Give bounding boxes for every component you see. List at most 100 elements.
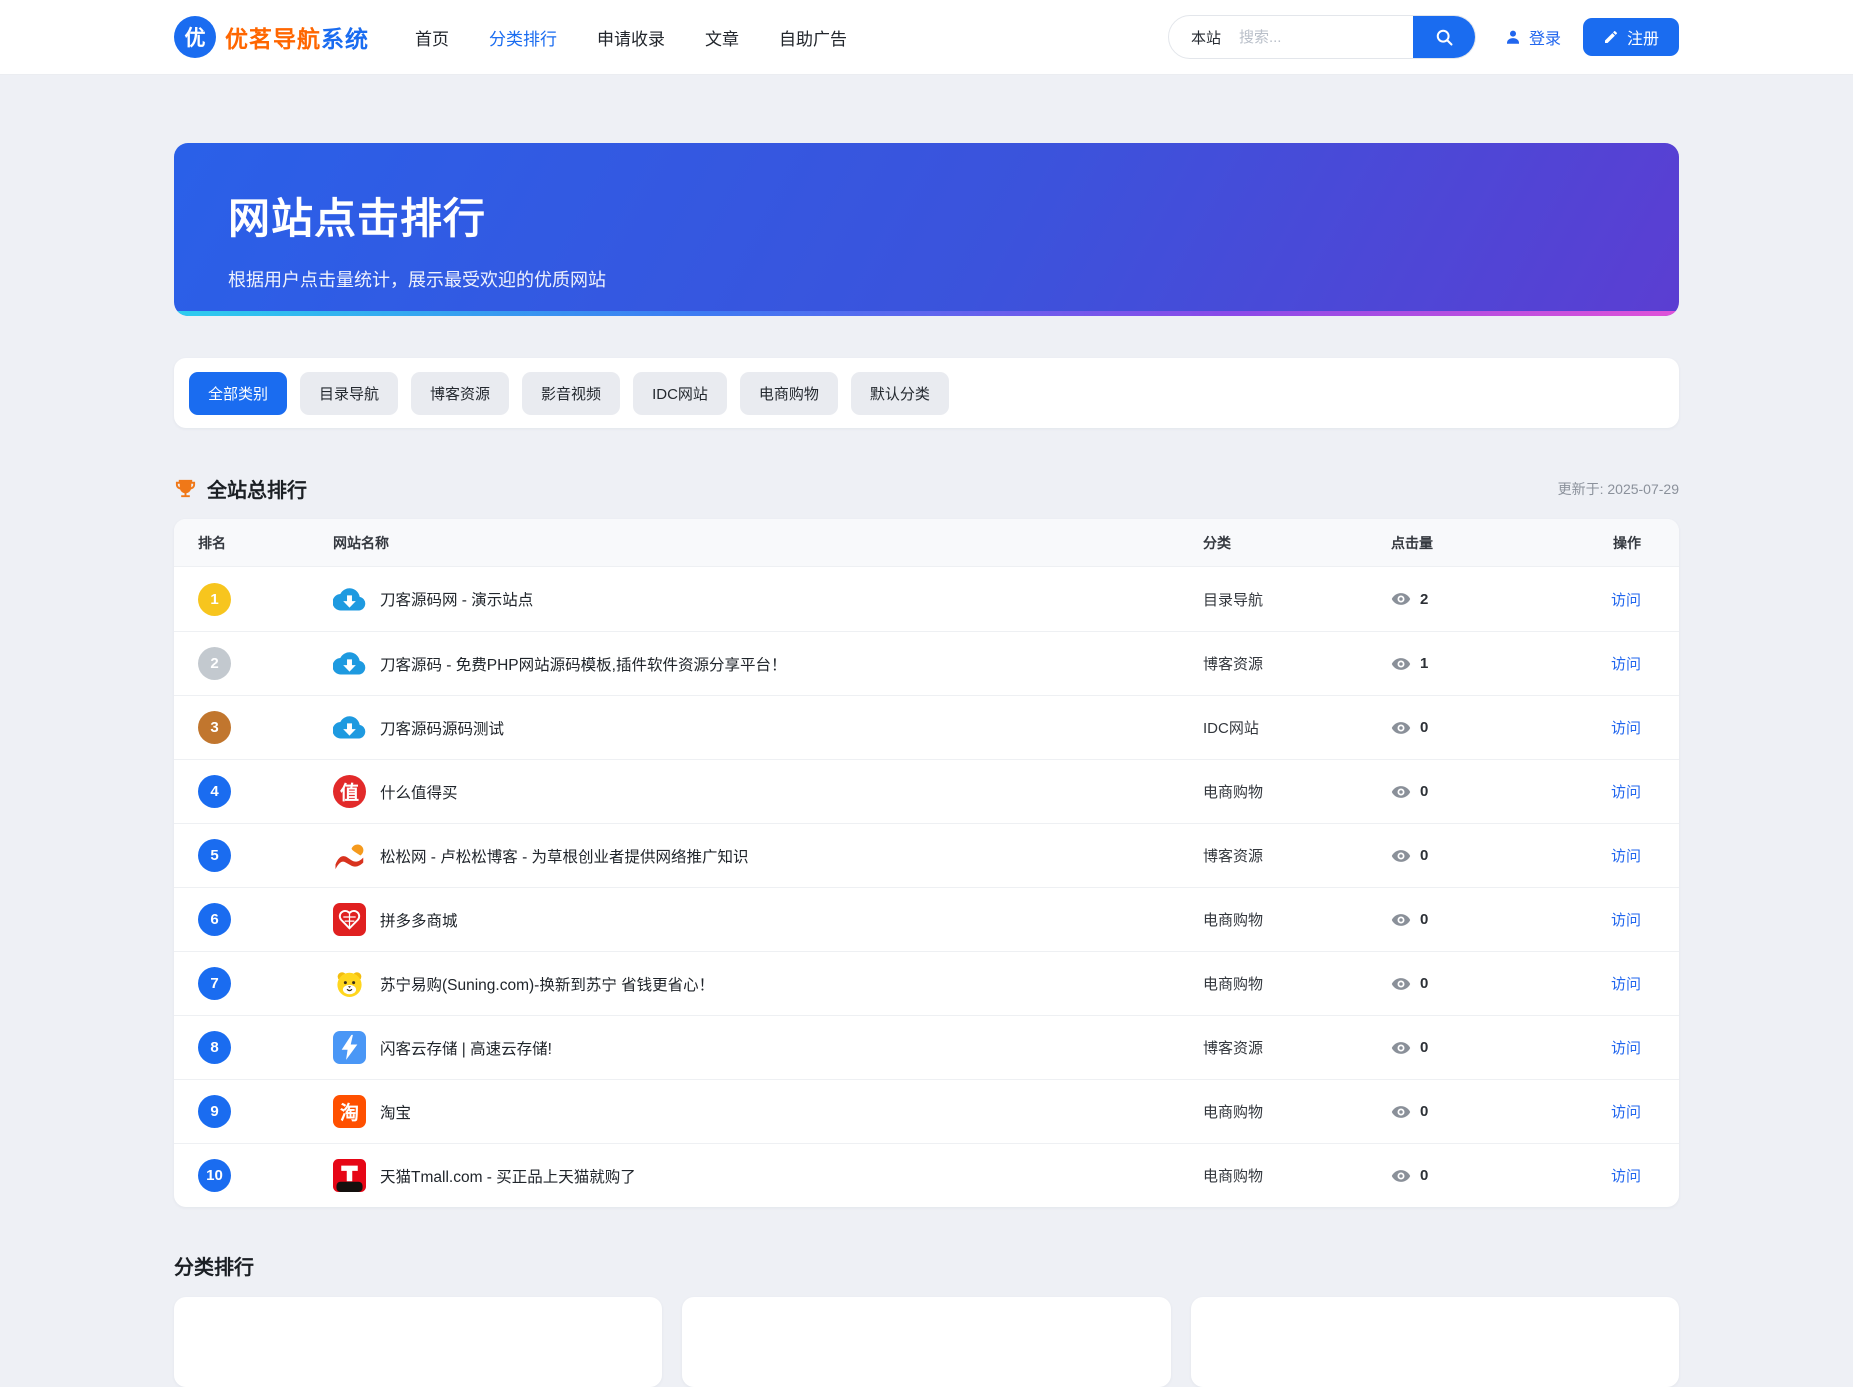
site-icon-glyph: 值 <box>333 775 366 808</box>
site-icon-tmall <box>333 1159 366 1192</box>
eye-icon <box>1391 1166 1411 1186</box>
site-category: 电商购物 <box>1203 1165 1391 1186</box>
visit-link[interactable]: 访问 <box>1611 656 1641 673</box>
category-ranking-grid <box>174 1297 1679 1387</box>
site-name[interactable]: 拼多多商城 <box>380 909 458 931</box>
site-name[interactable]: 刀客源码网 - 演示站点 <box>380 588 533 610</box>
column-header-rank: 排名 <box>198 533 333 553</box>
trophy-icon <box>174 477 197 500</box>
page-title: 网站点击排行 <box>228 185 1625 246</box>
register-label: 注册 <box>1627 25 1659 49</box>
visit-link[interactable]: 访问 <box>1611 1104 1641 1121</box>
category-ranking-card <box>682 1297 1170 1387</box>
site-icon-squirrel <box>333 839 366 872</box>
site-category: 电商购物 <box>1203 909 1391 930</box>
rank-badge: 8 <box>198 1031 231 1064</box>
nav-item-1[interactable]: 首页 <box>415 25 449 50</box>
eye-icon <box>1391 1102 1411 1122</box>
category-filter-bar: 全部类别目录导航博客资源影音视频 IDC网站电商购物默认分类 <box>174 358 1679 428</box>
click-count: 0 <box>1420 911 1428 928</box>
table-header-row: 排名 网站名称 分类 点击量 操作 <box>174 519 1679 567</box>
filter-pill-1[interactable]: 全部类别 <box>189 372 287 415</box>
site-category: 电商购物 <box>1203 781 1391 802</box>
filter-pill-6[interactable]: 电商购物 <box>740 372 838 415</box>
column-header-clicks: 点击量 <box>1391 533 1595 553</box>
site-category: 电商购物 <box>1203 973 1391 994</box>
nav-item-4[interactable]: 文章 <box>705 25 739 50</box>
page-subtitle: 根据用户点击量统计，展示最受欢迎的优质网站 <box>228 266 1625 292</box>
site-name[interactable]: 刀客源码源码测试 <box>380 717 504 739</box>
site-name[interactable]: 苏宁易购(Suning.com)-换新到苏宁 省钱更省心！ <box>380 973 714 995</box>
click-count: 0 <box>1420 1039 1428 1056</box>
column-header-name: 网站名称 <box>333 533 1203 553</box>
search-input[interactable] <box>1237 28 1413 47</box>
site-icon-cloud-download <box>333 647 366 680</box>
site-name[interactable]: 淘宝 <box>380 1101 411 1123</box>
nav-links: 首页 分类排行 申请收录 文章 自助广告 <box>415 25 847 50</box>
login-label: 登录 <box>1529 25 1561 49</box>
table-row: 1刀客源码网 - 演示站点目录导航2访问 <box>174 567 1679 631</box>
click-count: 0 <box>1420 975 1428 992</box>
site-name[interactable]: 什么值得买 <box>380 781 458 803</box>
eye-icon <box>1391 974 1411 994</box>
rank-badge: 6 <box>198 903 231 936</box>
nav-item-2[interactable]: 分类排行 <box>489 25 557 50</box>
filter-pill-2[interactable]: 目录导航 <box>300 372 398 415</box>
rank-badge: 1 <box>198 583 231 616</box>
site-name[interactable]: 松松网 - 卢松松博客 - 为草根创业者提供网络推广知识 <box>380 845 749 867</box>
visit-link[interactable]: 访问 <box>1611 1040 1641 1057</box>
filter-pill-4[interactable]: 影音视频 <box>522 372 620 415</box>
eye-icon <box>1391 846 1411 866</box>
rank-badge: 2 <box>198 647 231 680</box>
click-count: 0 <box>1420 719 1428 736</box>
site-icon-pdd-heart <box>333 903 366 936</box>
login-button[interactable]: 登录 <box>1504 25 1561 49</box>
site-name[interactable]: 刀客源码 - 免费PHP网站源码模板,插件软件资源分享平台！ <box>380 653 786 675</box>
site-logo[interactable]: 优 优茗导航系统 <box>174 16 369 58</box>
filter-pill-5[interactable]: IDC网站 <box>633 372 727 415</box>
logo-title: 优茗导航系统 <box>225 20 369 54</box>
table-row: 3刀客源码源码测试IDC网站0访问 <box>174 695 1679 759</box>
rank-badge: 10 <box>198 1159 231 1192</box>
column-header-category: 分类 <box>1203 533 1391 553</box>
visit-link[interactable]: 访问 <box>1611 720 1641 737</box>
table-row: 2刀客源码 - 免费PHP网站源码模板,插件软件资源分享平台！博客资源1访问 <box>174 631 1679 695</box>
visit-link[interactable]: 访问 <box>1611 912 1641 929</box>
site-name[interactable]: 闪客云存储 | 高速云存储! <box>380 1037 552 1059</box>
top-navbar: 优 优茗导航系统 首页 分类排行 申请收录 文章 自助广告 本站 登录 注册 <box>0 0 1853 75</box>
table-row: 7苏宁易购(Suning.com)-换新到苏宁 省钱更省心！电商购物0访问 <box>174 951 1679 1015</box>
nav-item-5[interactable]: 自助广告 <box>779 25 847 50</box>
site-icon-cloud-download <box>333 583 366 616</box>
register-button[interactable]: 注册 <box>1583 18 1679 56</box>
visit-link[interactable]: 访问 <box>1611 976 1641 993</box>
table-row: 6 拼多多商城 电商购物 0 访问 <box>174 887 1679 951</box>
ranking-section-title: 全站总排行 <box>174 474 307 503</box>
table-row: 9淘淘宝电商购物0访问 <box>174 1079 1679 1143</box>
eye-icon <box>1391 910 1411 930</box>
eye-icon <box>1391 782 1411 802</box>
site-category: 博客资源 <box>1203 845 1391 866</box>
visit-link[interactable]: 访问 <box>1611 592 1641 609</box>
user-icon <box>1504 28 1522 46</box>
rank-badge: 4 <box>198 775 231 808</box>
ranking-title-text: 全站总排行 <box>207 474 307 503</box>
search-bar: 本站 <box>1168 15 1476 59</box>
pencil-icon <box>1603 29 1619 45</box>
search-button[interactable] <box>1413 15 1475 59</box>
table-row: 5松松网 - 卢松松博客 - 为草根创业者提供网络推广知识博客资源0访问 <box>174 823 1679 887</box>
nav-item-3[interactable]: 申请收录 <box>597 25 665 50</box>
site-icon-lion <box>333 967 366 1000</box>
eye-icon <box>1391 1038 1411 1058</box>
site-category: 电商购物 <box>1203 1101 1391 1122</box>
column-header-action: 操作 <box>1595 533 1655 553</box>
filter-pill-7[interactable]: 默认分类 <box>851 372 949 415</box>
filter-pill-3[interactable]: 博客资源 <box>411 372 509 415</box>
visit-link[interactable]: 访问 <box>1611 1168 1641 1185</box>
search-scope-select[interactable]: 本站 <box>1169 27 1237 48</box>
site-icon-bolt <box>333 1031 366 1064</box>
visit-link[interactable]: 访问 <box>1611 784 1641 801</box>
site-name[interactable]: 天猫Tmall.com - 买正品上天猫就购了 <box>380 1165 636 1187</box>
visit-link[interactable]: 访问 <box>1611 848 1641 865</box>
updated-timestamp: 更新于: 2025-07-29 <box>1558 479 1679 499</box>
click-count: 0 <box>1420 1103 1428 1120</box>
